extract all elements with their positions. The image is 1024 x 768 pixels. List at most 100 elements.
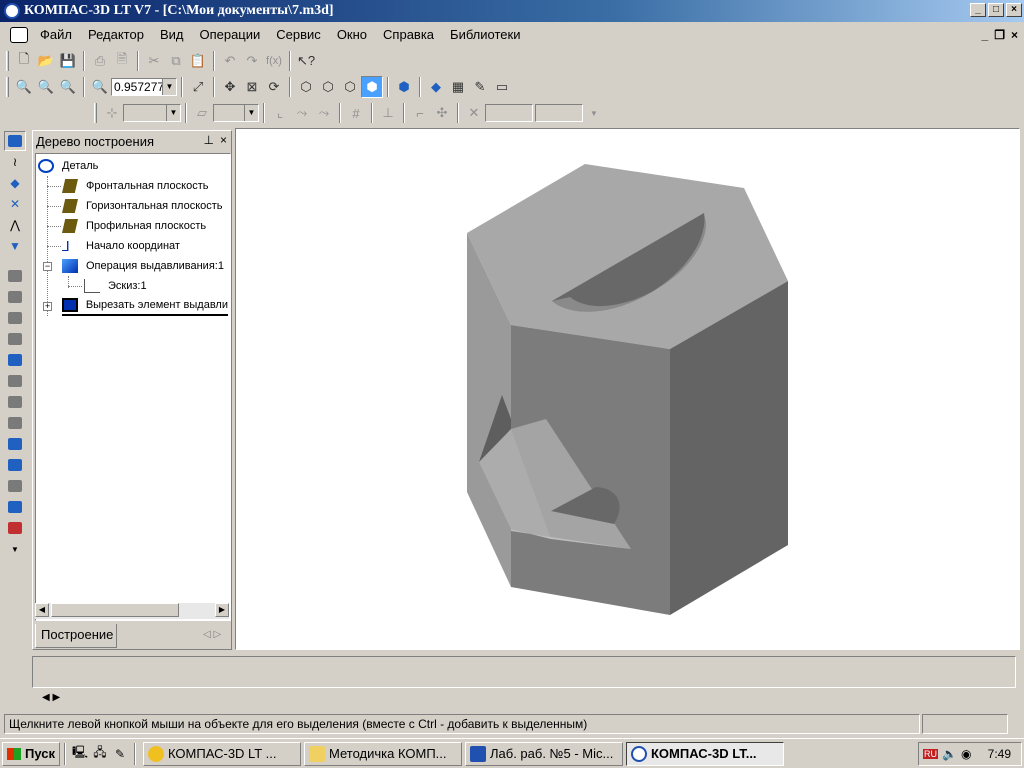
layer-icon[interactable]: ▱ [191,102,213,124]
mirror-icon[interactable] [4,518,26,538]
display-icon[interactable]: ▭ [491,76,513,98]
tree-item-detail[interactable]: Деталь [38,156,98,176]
round-icon[interactable]: ⌐ [409,102,431,124]
taskbar-item-word[interactable]: Лаб. раб. №5 - Mic... [465,741,623,766]
rotate-icon[interactable]: ⟳ [263,76,285,98]
shell-icon[interactable] [4,476,26,496]
filter-icon[interactable]: ▼ [4,236,26,256]
menu-operations[interactable]: Операции [191,25,268,45]
tree-item-profile-plane[interactable]: Профильная плоскость [62,216,206,236]
menu-file[interactable]: Файл [32,25,80,45]
tools-icon[interactable]: ✎ [469,76,491,98]
preview-icon[interactable]: 🗎 [111,50,133,72]
magnet-icon[interactable]: ⤳ [313,102,335,124]
scroll-left-icon[interactable]: ◀ [35,603,49,617]
step-icon[interactable]: ⊹ [101,102,123,124]
antivirus-icon[interactable]: ◉ [961,747,971,761]
tree-item-origin[interactable]: ⅃ Начало координат [62,236,180,256]
taskbar-item-kompas-1[interactable]: КОМПАС-3D LT ... [143,741,301,766]
model-viewport[interactable] [235,128,1020,650]
new-file-icon[interactable]: 🗋 [13,50,35,72]
auxiliary-geometry-icon[interactable]: ◆ [4,173,26,193]
model-3d-view[interactable] [236,129,1019,649]
layer-combo[interactable]: ▼ [213,104,259,122]
undo-icon[interactable]: ↶ [219,50,241,72]
kompas-app-icon[interactable] [4,3,20,19]
help-pointer-icon[interactable]: ↖? [295,50,317,72]
menu-libraries[interactable]: Библиотеки [442,25,528,45]
kinematic-op-icon[interactable] [4,308,26,328]
perspective-icon[interactable]: ⬢ [393,76,415,98]
array-icon[interactable] [4,497,26,517]
redo-icon[interactable]: ↷ [241,50,263,72]
cut-icon[interactable]: ✂ [143,50,165,72]
snap-icon[interactable]: ⤳ [291,102,313,124]
tree-horizontal-scrollbar[interactable]: ◀ ▶ [35,603,229,619]
hidden-thin-icon[interactable]: ⬡ [339,76,361,98]
pan-icon[interactable]: ✥ [219,76,241,98]
close-button[interactable]: × [1006,3,1022,17]
document-icon[interactable] [10,27,28,43]
cursor-icon[interactable]: ✣ [431,102,453,124]
zoom-in-icon[interactable]: 🔍 [35,76,57,98]
chevron-down-icon[interactable]: ▼ [583,102,605,124]
extrude-op-icon[interactable] [4,266,26,286]
tree-close-icon[interactable]: × [220,133,227,147]
more-tools-icon[interactable]: ▼ [4,539,26,559]
menu-window[interactable]: Окно [329,25,375,45]
orientation-icon[interactable]: ⤢ [187,76,209,98]
menu-editor[interactable]: Редактор [80,25,152,45]
cut-kinematic-op-icon[interactable] [4,392,26,412]
chamfer-icon[interactable] [4,455,26,475]
properties-icon[interactable]: ▦ [447,76,469,98]
menu-service[interactable]: Сервис [268,25,329,45]
maximize-button[interactable]: □ [988,3,1004,17]
zoom-all-icon[interactable]: ⊠ [241,76,263,98]
doc-close-button[interactable]: × [1011,28,1018,42]
print-icon[interactable]: ⎙ [89,50,111,72]
zoom-window-icon[interactable]: 🔍 [13,76,35,98]
tree-item-extrude[interactable]: Операция выдавливания:1 [62,256,224,276]
cut-extrude-op-icon[interactable] [4,350,26,370]
zoom-out-icon[interactable]: 🔍 [57,76,79,98]
collapse-icon[interactable]: − [43,262,52,271]
tree-item-horizontal-plane[interactable]: Горизонтальная плоскость [62,196,223,216]
curves-icon[interactable]: ≀ [4,152,26,172]
tool-icon[interactable]: ✎ [110,744,130,764]
language-indicator[interactable]: RU [923,749,938,759]
measure-angle-icon[interactable]: ⋀ [4,215,26,235]
paste-icon[interactable]: 📋 [187,50,209,72]
menu-help[interactable]: Справка [375,25,442,45]
fillet-icon[interactable] [4,434,26,454]
network-icon[interactable]: 🖧 [90,744,110,764]
rotate-op-icon[interactable] [4,287,26,307]
panel-scroll-arrows[interactable]: ◀ ▶ [42,692,60,703]
open-file-icon[interactable]: 📂 [35,50,57,72]
scroll-right-icon[interactable]: ▶ [215,603,229,617]
ortho-icon[interactable]: ⊥ [377,102,399,124]
y-coordinate-field[interactable] [535,104,583,122]
menu-view[interactable]: Вид [152,25,192,45]
save-icon[interactable]: 💾 [57,50,79,72]
zoom-combo[interactable]: 0.957277 ▼ [111,78,177,96]
editing-details-icon[interactable] [4,131,26,151]
scroll-thumb[interactable] [51,603,179,617]
cut-rotate-op-icon[interactable] [4,371,26,391]
tab-scroll-arrows[interactable]: ◁ ▷ [203,629,221,640]
desktop-icon[interactable]: 🖳 [70,744,90,764]
volume-icon[interactable]: 🔈 [942,747,957,761]
local-cs-icon[interactable]: ⌞ [269,102,291,124]
taskbar-item-folder[interactable]: Методичка КОМП... [304,741,462,766]
start-button[interactable]: Пуск [2,741,60,766]
tree-view[interactable]: Деталь Фронтальная плоскость Горизонталь… [35,153,231,621]
shaded-icon[interactable]: ⬢ [361,76,383,98]
tree-item-frontal-plane[interactable]: Фронтальная плоскость [62,176,209,196]
wireframe-icon[interactable]: ⬡ [295,76,317,98]
pin-icon[interactable]: ⊥ [204,133,214,147]
hidden-lines-icon[interactable]: ⬡ [317,76,339,98]
copy-icon[interactable]: ⧉ [165,50,187,72]
measure-icon[interactable]: ✕ [4,194,26,214]
clock[interactable]: 7:49 [988,747,1011,761]
expand-icon[interactable]: + [43,302,52,311]
cut-loft-op-icon[interactable] [4,413,26,433]
